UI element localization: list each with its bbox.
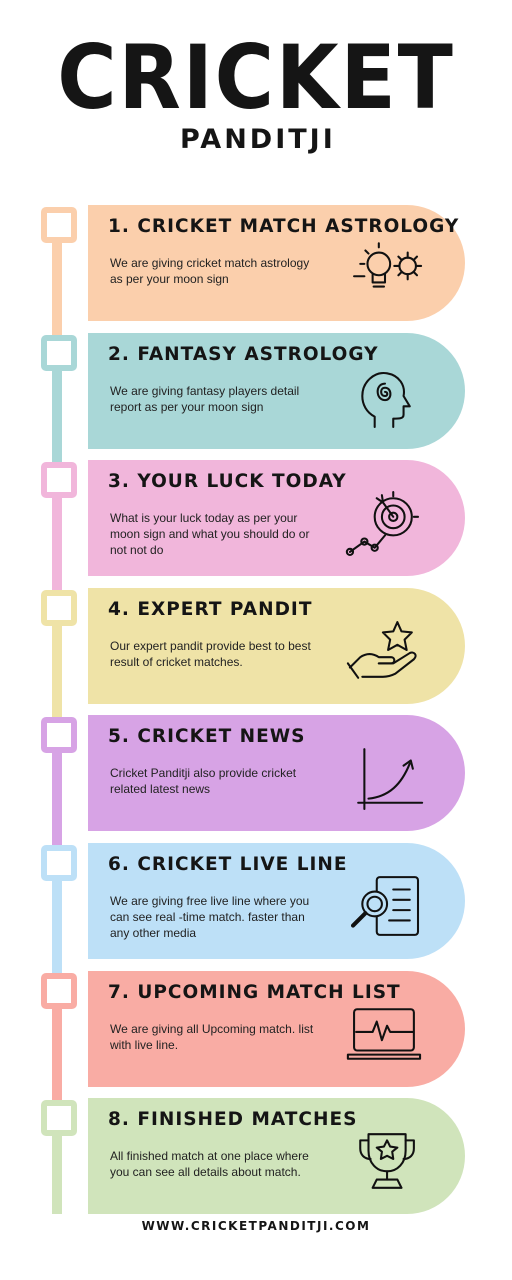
trophy-star-icon <box>340 1128 430 1194</box>
lightbulb-gear-icon <box>340 235 430 301</box>
service-heading: 4. EXPERT PANDIT <box>108 599 313 620</box>
timeline-node <box>41 973 77 1009</box>
service-card: 6. CRICKET LIVE LINE We are giving free l… <box>88 843 465 959</box>
page-subtitle: PANDITJI <box>180 124 336 155</box>
timeline-node <box>41 590 77 626</box>
growth-chart-icon <box>340 745 430 811</box>
timeline-node <box>41 845 77 881</box>
service-card: 1. CRICKET MATCH ASTROLOGY We are giving … <box>88 205 465 321</box>
page-title: CRICKET <box>57 26 455 129</box>
service-card: 7. UPCOMING MATCH LIST We are giving all … <box>88 971 465 1087</box>
hand-star-icon <box>340 618 430 684</box>
service-heading: 8. FINISHED MATCHES <box>108 1109 358 1130</box>
service-heading: 2. FANTASY ASTROLOGY <box>108 344 379 365</box>
timeline-node <box>41 335 77 371</box>
service-card: 2. FANTASY ASTROLOGY We are giving fantas… <box>88 333 465 449</box>
service-heading: 6. CRICKET LIVE LINE <box>108 854 348 875</box>
target-growth-icon <box>340 490 430 556</box>
head-spiral-icon <box>340 363 430 429</box>
magnifier-document-icon <box>340 873 430 939</box>
timeline-node <box>41 717 77 753</box>
service-heading: 3. YOUR LUCK TODAY <box>108 471 347 492</box>
service-description: All finished match at one place where yo… <box>110 1149 309 1179</box>
service-description: We are giving fantasy players detail rep… <box>110 384 300 414</box>
service-card: 4. EXPERT PANDIT Our expert pandit provid… <box>88 588 465 704</box>
footer-website[interactable]: WWW.CRICKETPANDITJI.COM <box>0 1219 512 1233</box>
timeline-node <box>41 462 77 498</box>
service-description: We are giving all Upcoming match. list w… <box>110 1022 314 1052</box>
service-description: Cricket Panditji also provide cricket re… <box>110 766 297 796</box>
service-heading: 5. CRICKET NEWS <box>108 726 306 747</box>
service-description: Our expert pandit provide best to best r… <box>110 639 311 669</box>
service-card: 3. YOUR LUCK TODAY What is your luck toda… <box>88 460 465 576</box>
service-card: 5. CRICKET NEWS Cricket Panditji also pro… <box>88 715 465 831</box>
laptop-pulse-icon <box>340 1001 430 1067</box>
service-description: What is your luck today as per your moon… <box>110 511 310 557</box>
service-description: We are giving cricket match astrology as… <box>110 256 310 286</box>
service-description: We are giving free live line where you c… <box>110 894 310 940</box>
timeline-node <box>41 1100 77 1136</box>
service-card: 8. FINISHED MATCHES All finished match at… <box>88 1098 465 1214</box>
timeline-node <box>41 207 77 243</box>
